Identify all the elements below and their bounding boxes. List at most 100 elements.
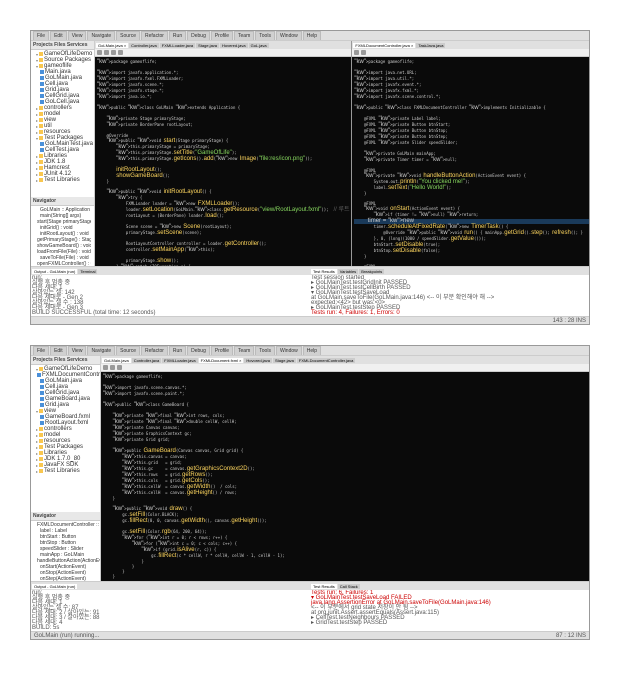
- redo-icon[interactable]: [118, 50, 123, 55]
- tree-item-label: Test Libraries: [44, 177, 80, 183]
- undo-icon[interactable]: [111, 50, 116, 55]
- editor-tab[interactable]: Test Results: [311, 269, 337, 274]
- code-editor[interactable]: "kw">package gameoflife; "kw">import jav…: [101, 372, 589, 581]
- editor-tab[interactable]: Stage.java: [273, 358, 296, 363]
- editor-tab[interactable]: Terminal: [78, 269, 97, 274]
- project-tree[interactable]: GameOfLifeDemoFXMLDocumentController.jav…: [31, 365, 100, 512]
- editor-tab[interactable]: Variables: [338, 269, 358, 274]
- tree-item[interactable]: Test Libraries: [32, 468, 99, 474]
- menubar: FileEditViewNavigateSourceRefactorRunDeb…: [31, 346, 589, 356]
- menu-run[interactable]: Run: [169, 346, 186, 356]
- editor-tabs-left[interactable]: GoLMain.java ×Controller.javaFXMLLoader.…: [95, 41, 351, 49]
- folder-icon: [39, 112, 43, 116]
- test-results-body[interactable]: Tests run: 6, Failures: 1 ▾ GoLMainTest.…: [310, 590, 589, 631]
- menu-debug[interactable]: Debug: [187, 31, 210, 41]
- file-icon: [40, 385, 44, 389]
- file-icon: [40, 76, 44, 80]
- editor-tab[interactable]: FXMLLoader.java: [160, 43, 195, 48]
- editor-tab[interactable]: Output - GoLMain (run): [32, 584, 77, 589]
- menu-tools[interactable]: Tools: [255, 346, 275, 356]
- menu-team[interactable]: Team: [234, 31, 254, 41]
- menu-window[interactable]: Window: [276, 346, 302, 356]
- test-results-body[interactable]: Test session started ▸ GoLMainTest.testG…: [310, 275, 589, 316]
- editor-tab[interactable]: FXMLDocument.fxml ×: [199, 358, 244, 363]
- editor-tab[interactable]: FXMLDocumentController.java ×: [353, 43, 415, 48]
- menu-navigate[interactable]: Navigate: [87, 346, 115, 356]
- menu-file[interactable]: File: [33, 346, 49, 356]
- navigator-header[interactable]: Navigator: [31, 197, 94, 206]
- menu-debug[interactable]: Debug: [187, 346, 210, 356]
- folder-icon: [39, 367, 43, 371]
- editor-toolbar[interactable]: [95, 49, 351, 57]
- editor-tab[interactable]: Controller.java: [129, 43, 159, 48]
- editor-tab[interactable]: FXMLDocumentController.java: [297, 358, 355, 363]
- menu-navigate[interactable]: Navigate: [87, 31, 115, 41]
- menu-profile[interactable]: Profile: [211, 31, 233, 41]
- projects-panel-header[interactable]: Projects Files Services: [31, 41, 94, 50]
- output-tabs[interactable]: Output - GoLMain (run)Terminal: [31, 267, 310, 275]
- editor-tab[interactable]: Call Stack: [338, 584, 360, 589]
- file-icon: [40, 397, 44, 401]
- save-icon[interactable]: [104, 50, 109, 55]
- undo-icon[interactable]: [117, 365, 122, 370]
- folder-icon: [39, 166, 43, 170]
- test-results-tabs[interactable]: Test ResultsVariablesBreakpoints: [310, 267, 589, 275]
- ide-window-top: FileEditViewNavigateSourceRefactorRunDeb…: [30, 30, 590, 325]
- editor-tab[interactable]: Stage.java: [196, 43, 219, 48]
- navigator-panel[interactable]: GoLMain :: Application main(String[] arg…: [31, 206, 91, 266]
- file-icon: [40, 82, 44, 86]
- projects-panel-header[interactable]: Projects Files Services: [31, 356, 100, 365]
- editor-tab[interactable]: Controller.java: [132, 358, 162, 363]
- editor-tab[interactable]: FXMLLoader.java: [162, 358, 197, 363]
- menu-window[interactable]: Window: [276, 31, 302, 41]
- folder-icon: [39, 154, 43, 158]
- save-icon[interactable]: [110, 365, 115, 370]
- editor-tab[interactable]: Hovered.java: [220, 43, 248, 48]
- menu-file[interactable]: File: [33, 31, 49, 41]
- menu-refactor[interactable]: Refactor: [141, 346, 168, 356]
- menu-team[interactable]: Team: [234, 346, 254, 356]
- folder-icon: [39, 172, 43, 176]
- file-icon: [40, 403, 44, 407]
- editor-toolbar[interactable]: [352, 49, 589, 57]
- menu-view[interactable]: View: [68, 346, 87, 356]
- code-editor-left[interactable]: "kw">package gameoflife; "kw">import jav…: [95, 57, 351, 266]
- menu-help[interactable]: Help: [303, 346, 321, 356]
- navigator-header[interactable]: Navigator: [31, 512, 100, 521]
- menu-tools[interactable]: Tools: [255, 31, 275, 41]
- output-tabs[interactable]: Output - GoLMain (run): [31, 582, 310, 590]
- output-console[interactable]: run:실행 후 멈춤 중다음 세대: 1살아있는 셀 수: 87다음 세대: …: [31, 590, 310, 631]
- output-console[interactable]: run:실행 후 멈춤 중다음 세대: 1살아있는 셀: 142다음 세대로 -…: [31, 275, 310, 316]
- editor-tab[interactable]: Breakpoints: [359, 269, 384, 274]
- folder-icon: [39, 457, 43, 461]
- menu-edit[interactable]: Edit: [50, 346, 67, 356]
- editor-tab[interactable]: Test Results: [311, 584, 337, 589]
- project-tree[interactable]: GameOfLifeDemoSource PackagesgameoflifeM…: [31, 50, 94, 197]
- menu-profile[interactable]: Profile: [211, 346, 233, 356]
- test-results-tabs[interactable]: Test ResultsCall Stack: [310, 582, 589, 590]
- history-icon[interactable]: [354, 50, 359, 55]
- editor-tabs[interactable]: GoLMain.javaController.javaFXMLLoader.ja…: [101, 356, 589, 364]
- menu-edit[interactable]: Edit: [50, 31, 67, 41]
- editor-tab[interactable]: GoLMain.java: [102, 358, 131, 363]
- editor-toolbar[interactable]: [101, 364, 589, 372]
- code-editor-right[interactable]: "kw">package gameoflife; "kw">import jav…: [352, 57, 589, 266]
- menu-run[interactable]: Run: [169, 31, 186, 41]
- editor-tab[interactable]: Output - GoLMain (run): [32, 269, 77, 274]
- folder-icon: [39, 136, 43, 140]
- menu-view[interactable]: View: [68, 31, 87, 41]
- editor-tabs-right[interactable]: FXMLDocumentController.java ×TaskJava.ja…: [352, 41, 589, 49]
- navigator-panel[interactable]: FXMLDocumentController :: Initializable …: [31, 521, 100, 581]
- menu-help[interactable]: Help: [303, 31, 321, 41]
- save-icon[interactable]: [361, 50, 366, 55]
- menu-source[interactable]: Source: [116, 346, 140, 356]
- history-icon[interactable]: [97, 50, 102, 55]
- editor-tab[interactable]: GoLMain.java ×: [96, 43, 128, 48]
- menu-refactor[interactable]: Refactor: [141, 31, 168, 41]
- history-icon[interactable]: [103, 365, 108, 370]
- editor-tab[interactable]: Hovored.java: [244, 358, 272, 363]
- tree-item[interactable]: Test Libraries: [32, 177, 93, 183]
- editor-tab[interactable]: GoL.java: [249, 43, 269, 48]
- editor-tab[interactable]: TaskJava.java: [416, 43, 445, 48]
- menu-source[interactable]: Source: [116, 31, 140, 41]
